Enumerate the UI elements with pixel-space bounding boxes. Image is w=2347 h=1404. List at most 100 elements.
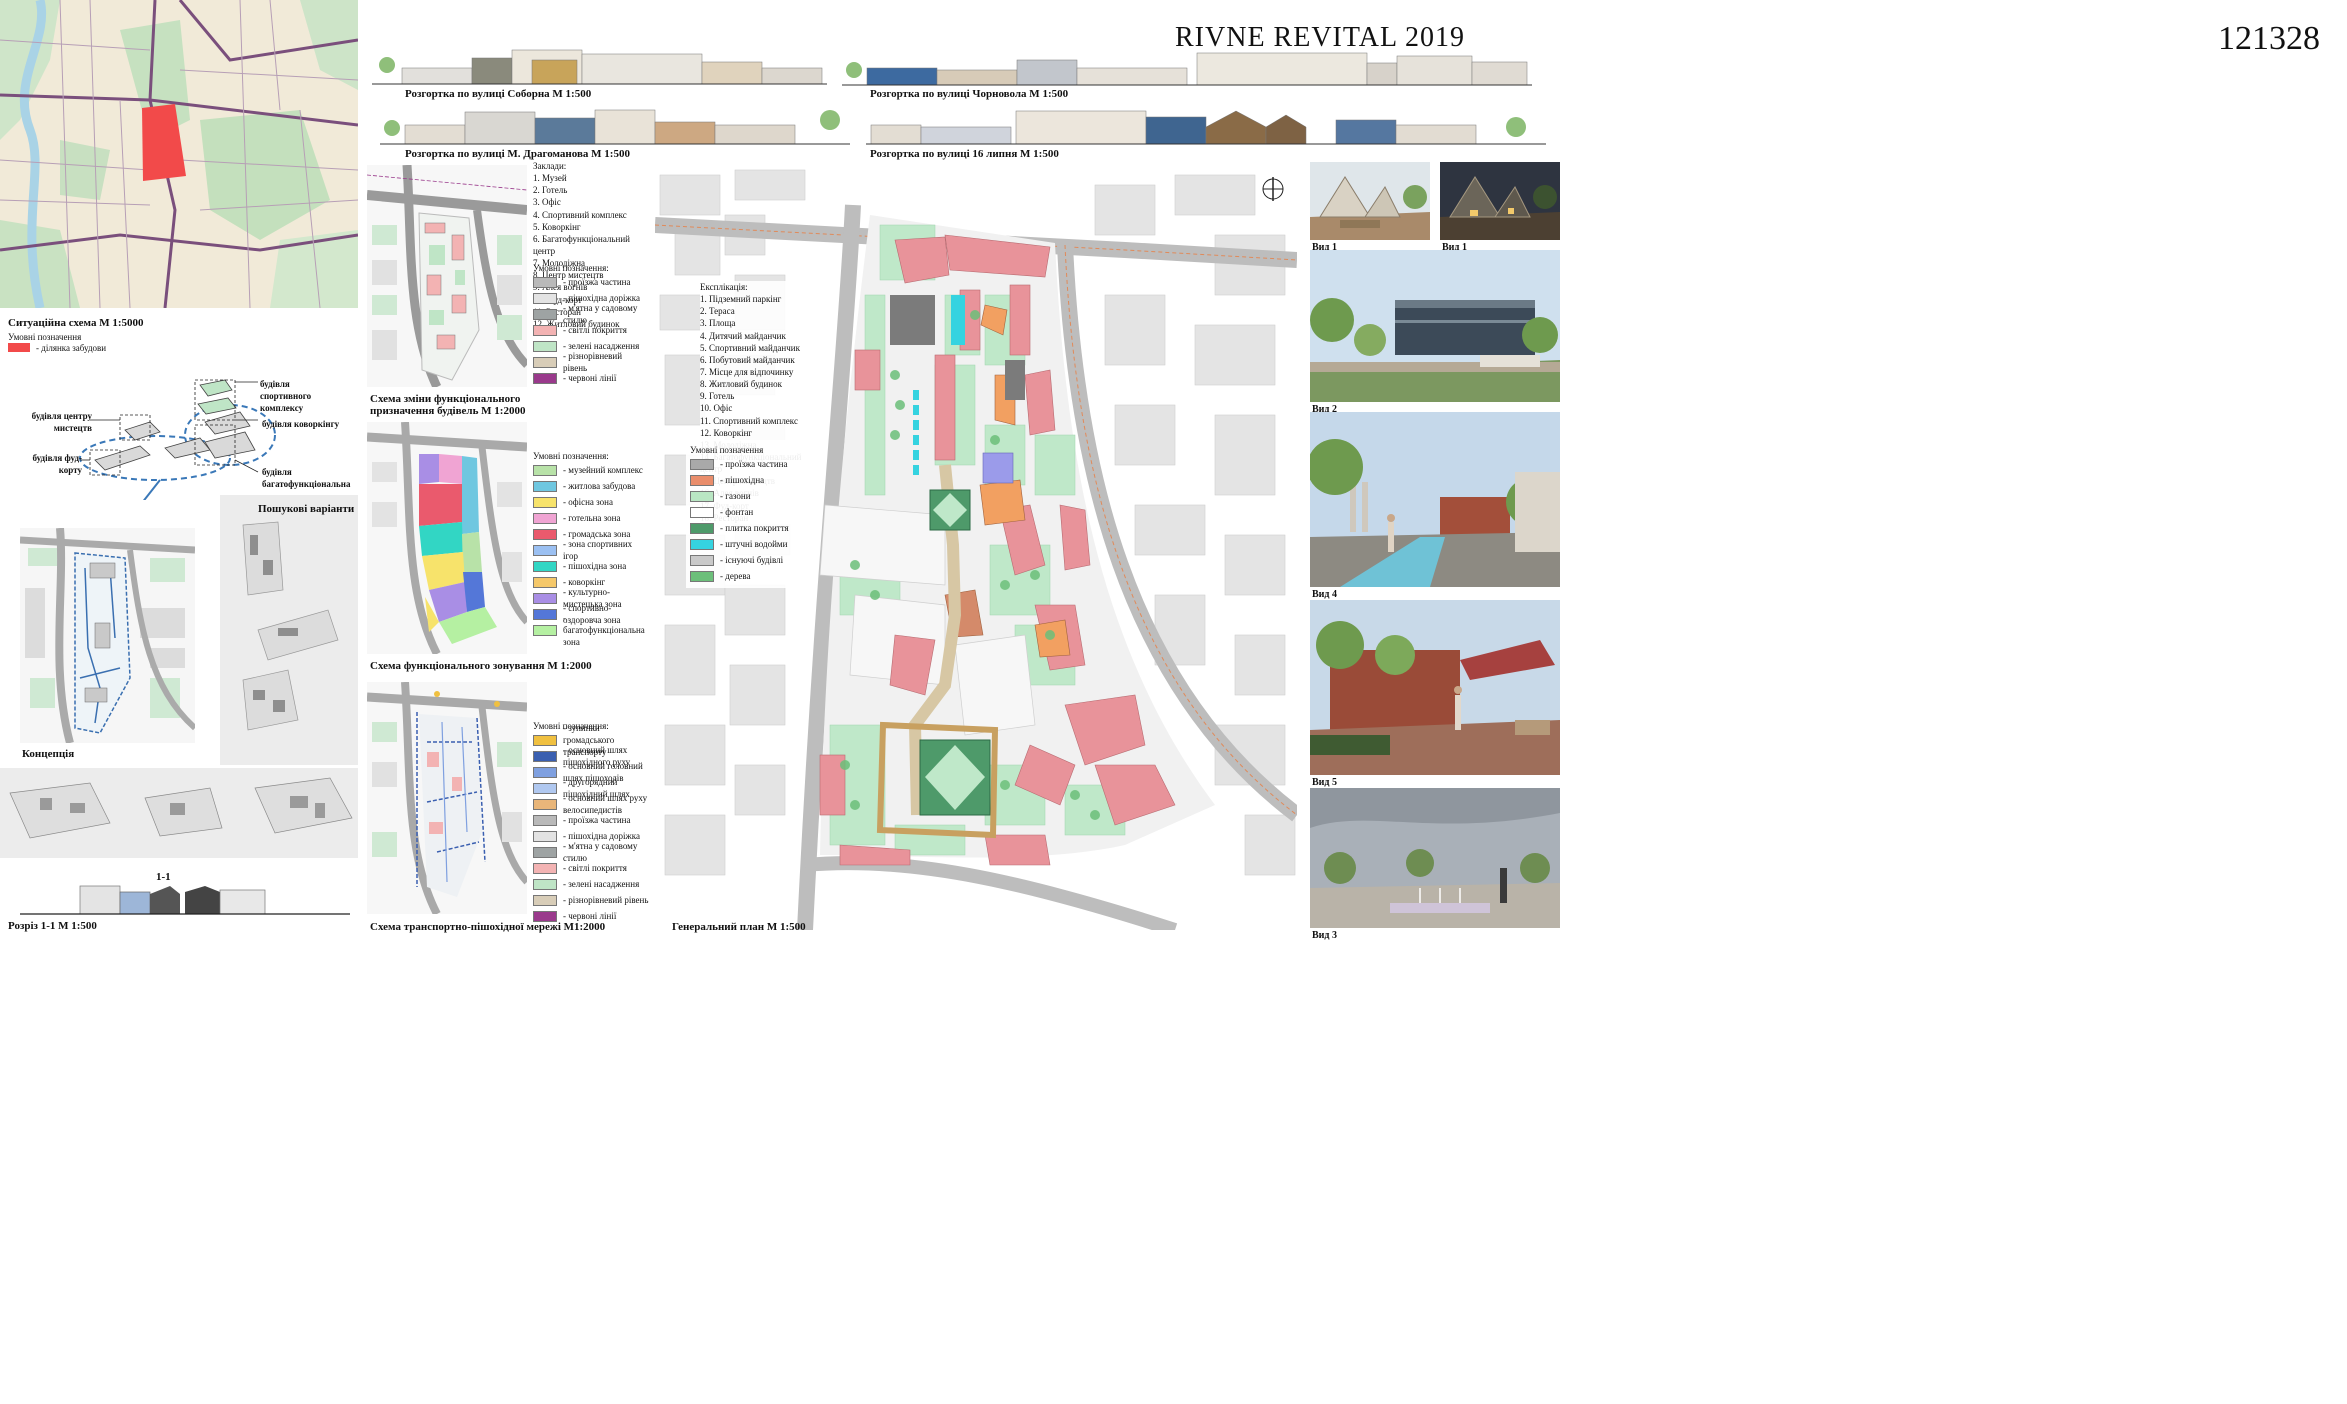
legend-item: - штучні водойми bbox=[690, 536, 810, 552]
legend-swatch bbox=[690, 458, 714, 470]
list-item: 12. Коворкінг bbox=[700, 427, 753, 438]
list-item: 10. Офіс bbox=[700, 403, 733, 414]
list-item: 1. Музей bbox=[533, 173, 567, 184]
list-item: 3. Офіс bbox=[533, 197, 561, 208]
legend-label: - штучні водойми bbox=[720, 539, 788, 550]
legend-item: - плитка покриття bbox=[690, 520, 810, 536]
axon-label-sports: будівля спортивного комплексу bbox=[260, 379, 312, 414]
function-legend: Умовні позначення: - проїзжа частина - пі… bbox=[533, 262, 648, 386]
legend-swatch bbox=[533, 910, 557, 922]
legend-label: - зелені насадження bbox=[563, 879, 640, 890]
legend-swatch bbox=[690, 506, 714, 518]
legend-label: - проїзжа частина bbox=[563, 815, 631, 826]
legend-swatch bbox=[533, 308, 557, 320]
legend-item: - основний шлях руху велосипедистів bbox=[533, 793, 653, 815]
legend-swatch bbox=[533, 528, 557, 540]
list-item: 4. Дитячий майданчик bbox=[700, 330, 786, 341]
legend-swatch bbox=[533, 560, 557, 572]
legend-item: - проїзжа частина bbox=[533, 274, 648, 290]
legend-swatch bbox=[533, 356, 557, 368]
legend-item: - м'ятна у садовому стилю bbox=[533, 841, 653, 863]
elevation-caption-4: Розгортка по вулиці 16 липня М 1:500 bbox=[870, 148, 1059, 160]
legend-swatch bbox=[533, 340, 557, 352]
legend-label: - житлова забудова bbox=[563, 481, 636, 492]
legend-label: - багатофункціональна зона bbox=[563, 612, 645, 648]
search-caption: Пошукові варіанти bbox=[258, 503, 355, 515]
search-models bbox=[228, 520, 353, 760]
situation-map bbox=[0, 0, 358, 308]
legend-label: - різнорівневий рівень bbox=[563, 351, 623, 374]
zoning-map bbox=[366, 421, 530, 656]
view-3 bbox=[1310, 788, 1560, 928]
master-plan-legend-title: Умовні позначення bbox=[690, 445, 764, 455]
section-caption: Розріз 1-1 М 1:500 bbox=[8, 920, 97, 932]
legend-label: - світлі покриття bbox=[563, 863, 627, 874]
legend-swatch bbox=[533, 798, 557, 810]
zoning-legend-title: Умовні позначення: bbox=[533, 451, 609, 461]
legend-swatch bbox=[533, 608, 557, 620]
function-legend-title: Умовні позначення: bbox=[533, 263, 609, 273]
list-item: 7. Місце для відпочинку bbox=[700, 366, 794, 377]
list-item: 6. Побутовий майданчик bbox=[700, 354, 795, 365]
legend-label: - фонтан bbox=[720, 507, 754, 518]
legend-swatch bbox=[533, 766, 557, 778]
legend-swatch bbox=[533, 830, 557, 842]
list-item: 6. Багатофункціональний центр bbox=[533, 233, 630, 256]
elevation-drahomanova bbox=[380, 100, 850, 145]
legend-swatch bbox=[533, 464, 557, 476]
legend-label: - дерева bbox=[720, 571, 751, 582]
list-item: 5. Коворкінг bbox=[533, 221, 581, 232]
legend-item: - готельна зона bbox=[533, 510, 648, 526]
legend-label: - проїзжа частина bbox=[563, 277, 631, 288]
legend-item: - зона спортивних ігор bbox=[533, 539, 648, 561]
elevation-caption-1: Розгортка по вулиці Соборна М 1:500 bbox=[405, 88, 592, 100]
legend-item: - фонтан bbox=[690, 504, 810, 520]
legend-item: - проїзжа частина bbox=[690, 456, 810, 472]
legend-swatch bbox=[533, 862, 557, 874]
legend-label: - основний шлях руху велосипедистів bbox=[563, 793, 648, 816]
legend-swatch bbox=[533, 496, 557, 508]
legend-swatch bbox=[533, 814, 557, 826]
legend-item: - різнорівневий рівень bbox=[533, 351, 648, 373]
legend-swatch bbox=[533, 576, 557, 588]
list-item: 1. Підземний паркінг bbox=[700, 294, 782, 305]
legend-label: - зона спортивних ігор bbox=[563, 539, 633, 562]
axon-label-art: будівля центру мистецтв bbox=[31, 411, 92, 434]
legend-swatch bbox=[533, 292, 557, 304]
legend-swatch bbox=[533, 878, 557, 890]
legend-item: - житлова забудова bbox=[533, 478, 648, 494]
legend-item: - музейний комплекс bbox=[533, 462, 648, 478]
legend-label: - газони bbox=[720, 491, 751, 502]
list-item: 2. Готель bbox=[533, 185, 568, 196]
site-swatch bbox=[8, 343, 30, 352]
legend-label: - світлі покриття bbox=[563, 325, 627, 336]
master-plan-list-title: Експлікація: bbox=[700, 282, 748, 292]
legend-swatch bbox=[533, 782, 557, 794]
function-change-caption: Схема зміни функціонального призначення … bbox=[370, 393, 526, 418]
elevation-soborna bbox=[372, 40, 827, 85]
view-4 bbox=[1310, 412, 1560, 587]
legend-swatch bbox=[690, 522, 714, 534]
concept-caption: Концепція bbox=[22, 748, 75, 760]
list-item: 9. Готель bbox=[700, 391, 735, 402]
elevation-caption-2: Розгортка по вулиці Чорновола М 1:500 bbox=[870, 88, 1069, 100]
legend-swatch bbox=[690, 474, 714, 486]
legend-label: - існуючі будівлі bbox=[720, 555, 784, 566]
legend-item: - пішохідна bbox=[690, 472, 810, 488]
elevation-caption-3: Розгортка по вулиці М. Драгоманова М 1:5… bbox=[405, 148, 630, 160]
list-item: 3. Площа bbox=[700, 318, 736, 329]
situation-caption: Ситуаційна схема М 1:5000 bbox=[8, 317, 144, 329]
legend-label: - музейний комплекс bbox=[563, 465, 643, 476]
legend-item: - зелені насадження bbox=[533, 876, 653, 892]
view-2 bbox=[1310, 250, 1560, 402]
legend-swatch bbox=[533, 480, 557, 492]
function-change-map bbox=[366, 164, 530, 389]
list-item: 4. Спортивний комплекс bbox=[533, 209, 627, 220]
legend-swatch bbox=[533, 894, 557, 906]
legend-swatch bbox=[533, 276, 557, 288]
legend-item: - різнорівневий рівень bbox=[533, 892, 653, 908]
list-item: 8. Житловий будинок bbox=[700, 379, 782, 390]
elevation-chornovola bbox=[842, 48, 1532, 86]
legend-item: - існуючі будівлі bbox=[690, 552, 810, 568]
axon-label-food: будівля фуд-корту bbox=[32, 453, 82, 476]
